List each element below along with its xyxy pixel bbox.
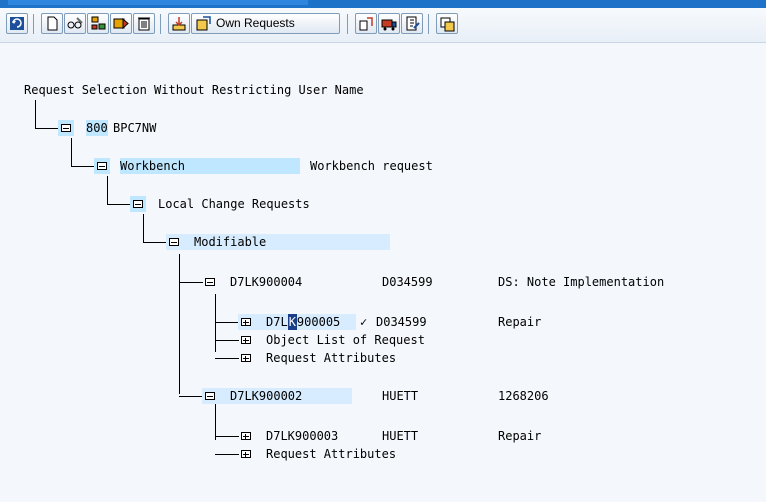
title-bar (0, 0, 766, 8)
tree-connector (215, 322, 239, 323)
task-desc: Repair (498, 315, 542, 329)
tree-connector (71, 138, 72, 166)
request-owner: HUETT (382, 389, 419, 403)
tree-connector (179, 396, 203, 397)
copy-button[interactable] (436, 13, 458, 34)
own-requests-label: Own Requests (216, 16, 295, 30)
download-tray-icon (172, 17, 186, 31)
folder-collapse-icon[interactable] (97, 162, 107, 170)
task-id-part-a: D7L (266, 315, 288, 329)
tree-root-label: Request Selection Without Restricting Us… (24, 83, 364, 97)
text-cursor: K (287, 314, 297, 330)
folder-expand-icon[interactable] (241, 354, 251, 362)
task-id[interactable]: D7LK900005 (266, 314, 340, 330)
tree-connector (35, 100, 36, 128)
refresh-icon (10, 17, 24, 30)
workbench-label[interactable]: Workbench (120, 158, 300, 174)
hierarchy-icon (91, 16, 106, 30)
user-requests-icon (196, 16, 211, 31)
checkmark-icon: ✓ (360, 315, 368, 329)
edit-document-button[interactable] (401, 13, 423, 34)
toolbar-separator (347, 14, 348, 34)
toolbar: Own Requests (0, 8, 766, 43)
request-id[interactable]: D7LK900002 (230, 388, 302, 404)
request-desc: DS: Note Implementation (498, 275, 665, 289)
folder-collapse-icon[interactable] (205, 392, 215, 400)
request-owner: D034599 (382, 275, 433, 289)
release-button[interactable] (110, 13, 132, 34)
system-client[interactable]: 800 (86, 120, 108, 136)
request-id[interactable]: D7LK900004 (230, 274, 302, 290)
glasses-pencil-icon (67, 17, 83, 29)
folder-expand-icon[interactable] (241, 318, 251, 326)
tree-connector (179, 282, 203, 283)
hierarchy-button[interactable] (87, 13, 109, 34)
tree-connector (143, 242, 167, 243)
task-owner: D034599 (376, 315, 427, 329)
tree-connector (215, 454, 239, 455)
request-attributes-label[interactable]: Request Attributes (266, 350, 396, 366)
tree-connector (179, 254, 180, 394)
trash-icon (138, 17, 150, 31)
tree-connector (215, 340, 239, 341)
tree-connector (215, 294, 216, 352)
request-desc: 1268206 (498, 389, 549, 403)
document-edit-icon (406, 16, 420, 31)
display-change-button[interactable] (64, 13, 86, 34)
folder-expand-icon[interactable] (241, 432, 251, 440)
delete-button[interactable] (133, 13, 155, 34)
task-id[interactable]: D7LK900003 (266, 428, 338, 444)
request-tree: Request Selection Without Restricting Us… (0, 42, 766, 502)
request-attributes-label[interactable]: Request Attributes (266, 446, 396, 462)
tree-connector (107, 204, 131, 205)
tree-connector (215, 436, 239, 437)
boxes-icon (359, 17, 373, 31)
task-id-part-b: 900005 (296, 315, 341, 329)
create-button[interactable] (41, 13, 63, 34)
tree-connector (143, 214, 144, 242)
toolbar-separator (160, 14, 161, 34)
folder-collapse-icon[interactable] (133, 200, 143, 208)
folder-expand-icon[interactable] (241, 336, 251, 344)
tree-connector (215, 358, 239, 359)
folder-collapse-icon[interactable] (61, 124, 71, 132)
toolbar-separator (33, 14, 34, 34)
transport-button[interactable] (378, 13, 400, 34)
tree-connector (107, 176, 108, 204)
system-name: BPC7NW (113, 121, 157, 135)
task-owner: HUETT (382, 429, 419, 443)
truck-icon (381, 19, 397, 31)
tree-connector (35, 128, 59, 129)
release-truck-icon (113, 17, 129, 30)
import-button[interactable] (168, 13, 190, 34)
organizer-button[interactable] (355, 13, 377, 34)
folder-collapse-icon[interactable] (169, 238, 179, 246)
folder-collapse-icon[interactable] (205, 278, 215, 286)
refresh-button[interactable] (6, 13, 28, 34)
new-document-icon (47, 16, 58, 31)
object-list-label[interactable]: Object List of Request (266, 332, 425, 348)
task-desc: Repair (498, 429, 542, 443)
copy-icon (440, 17, 455, 32)
workbench-desc: Workbench request (310, 159, 433, 173)
tree-connector (215, 404, 216, 440)
title-bar-sliver (8, 0, 308, 5)
tree-connector (71, 166, 95, 167)
folder-expand-icon[interactable] (241, 450, 251, 458)
local-change-label[interactable]: Local Change Requests (158, 196, 310, 212)
toolbar-separator (428, 14, 429, 34)
modifiable-label[interactable]: Modifiable (194, 234, 266, 250)
own-requests-button[interactable]: Own Requests (191, 13, 340, 34)
